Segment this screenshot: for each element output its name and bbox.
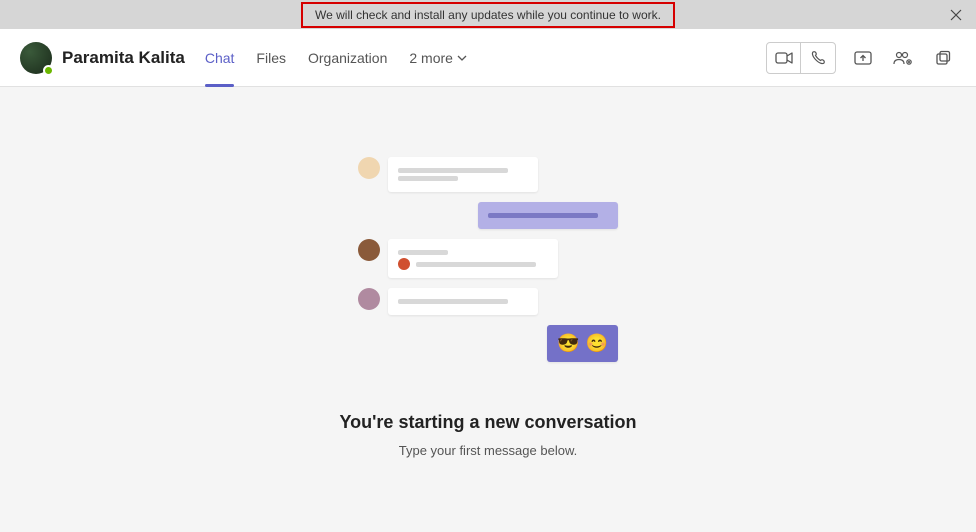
tab-files[interactable]: Files	[256, 29, 286, 86]
empty-state-subtitle: Type your first message below.	[399, 443, 577, 458]
popout-button[interactable]	[930, 45, 956, 71]
illustration-avatar-icon	[358, 239, 380, 261]
header-actions	[766, 42, 956, 74]
illustration-avatar-icon	[358, 157, 380, 179]
tab-organization[interactable]: Organization	[308, 29, 387, 86]
chat-header: Paramita Kalita Chat Files Organization …	[0, 29, 976, 87]
tab-organization-label: Organization	[308, 50, 387, 66]
popout-icon	[935, 50, 951, 66]
share-screen-button[interactable]	[850, 45, 876, 71]
video-call-button[interactable]	[767, 43, 801, 73]
contact-avatar[interactable]	[20, 42, 52, 74]
tab-more-label: 2 more	[409, 50, 453, 66]
chat-tabs: Chat Files Organization 2 more	[205, 29, 467, 86]
add-people-button[interactable]	[890, 45, 916, 71]
tab-chat-label: Chat	[205, 50, 235, 66]
close-icon	[950, 9, 962, 21]
tab-chat[interactable]: Chat	[205, 29, 235, 86]
video-call-icon	[775, 51, 793, 65]
phone-icon	[810, 50, 826, 66]
illustration-emoji-icon: 😎😊	[557, 333, 608, 354]
empty-state-illustration: 😎😊	[358, 157, 618, 372]
empty-state-title: You're starting a new conversation	[339, 412, 636, 433]
tab-more[interactable]: 2 more	[409, 29, 467, 86]
chevron-down-icon	[457, 53, 467, 63]
call-button-group	[766, 42, 836, 74]
chat-empty-state: 😎😊 You're starting a new conversation Ty…	[0, 87, 976, 532]
share-screen-icon	[854, 50, 872, 66]
update-notification-bar: We will check and install any updates wh…	[0, 0, 976, 29]
presence-available-icon	[43, 65, 54, 76]
tab-files-label: Files	[256, 50, 286, 66]
audio-call-button[interactable]	[801, 43, 835, 73]
add-people-icon	[893, 50, 913, 66]
update-notification-highlight: We will check and install any updates wh…	[301, 2, 675, 28]
contact-name: Paramita Kalita	[62, 48, 185, 68]
close-notification-button[interactable]	[948, 7, 964, 23]
illustration-avatar-icon	[358, 288, 380, 310]
update-notification-text: We will check and install any updates wh…	[315, 8, 661, 22]
